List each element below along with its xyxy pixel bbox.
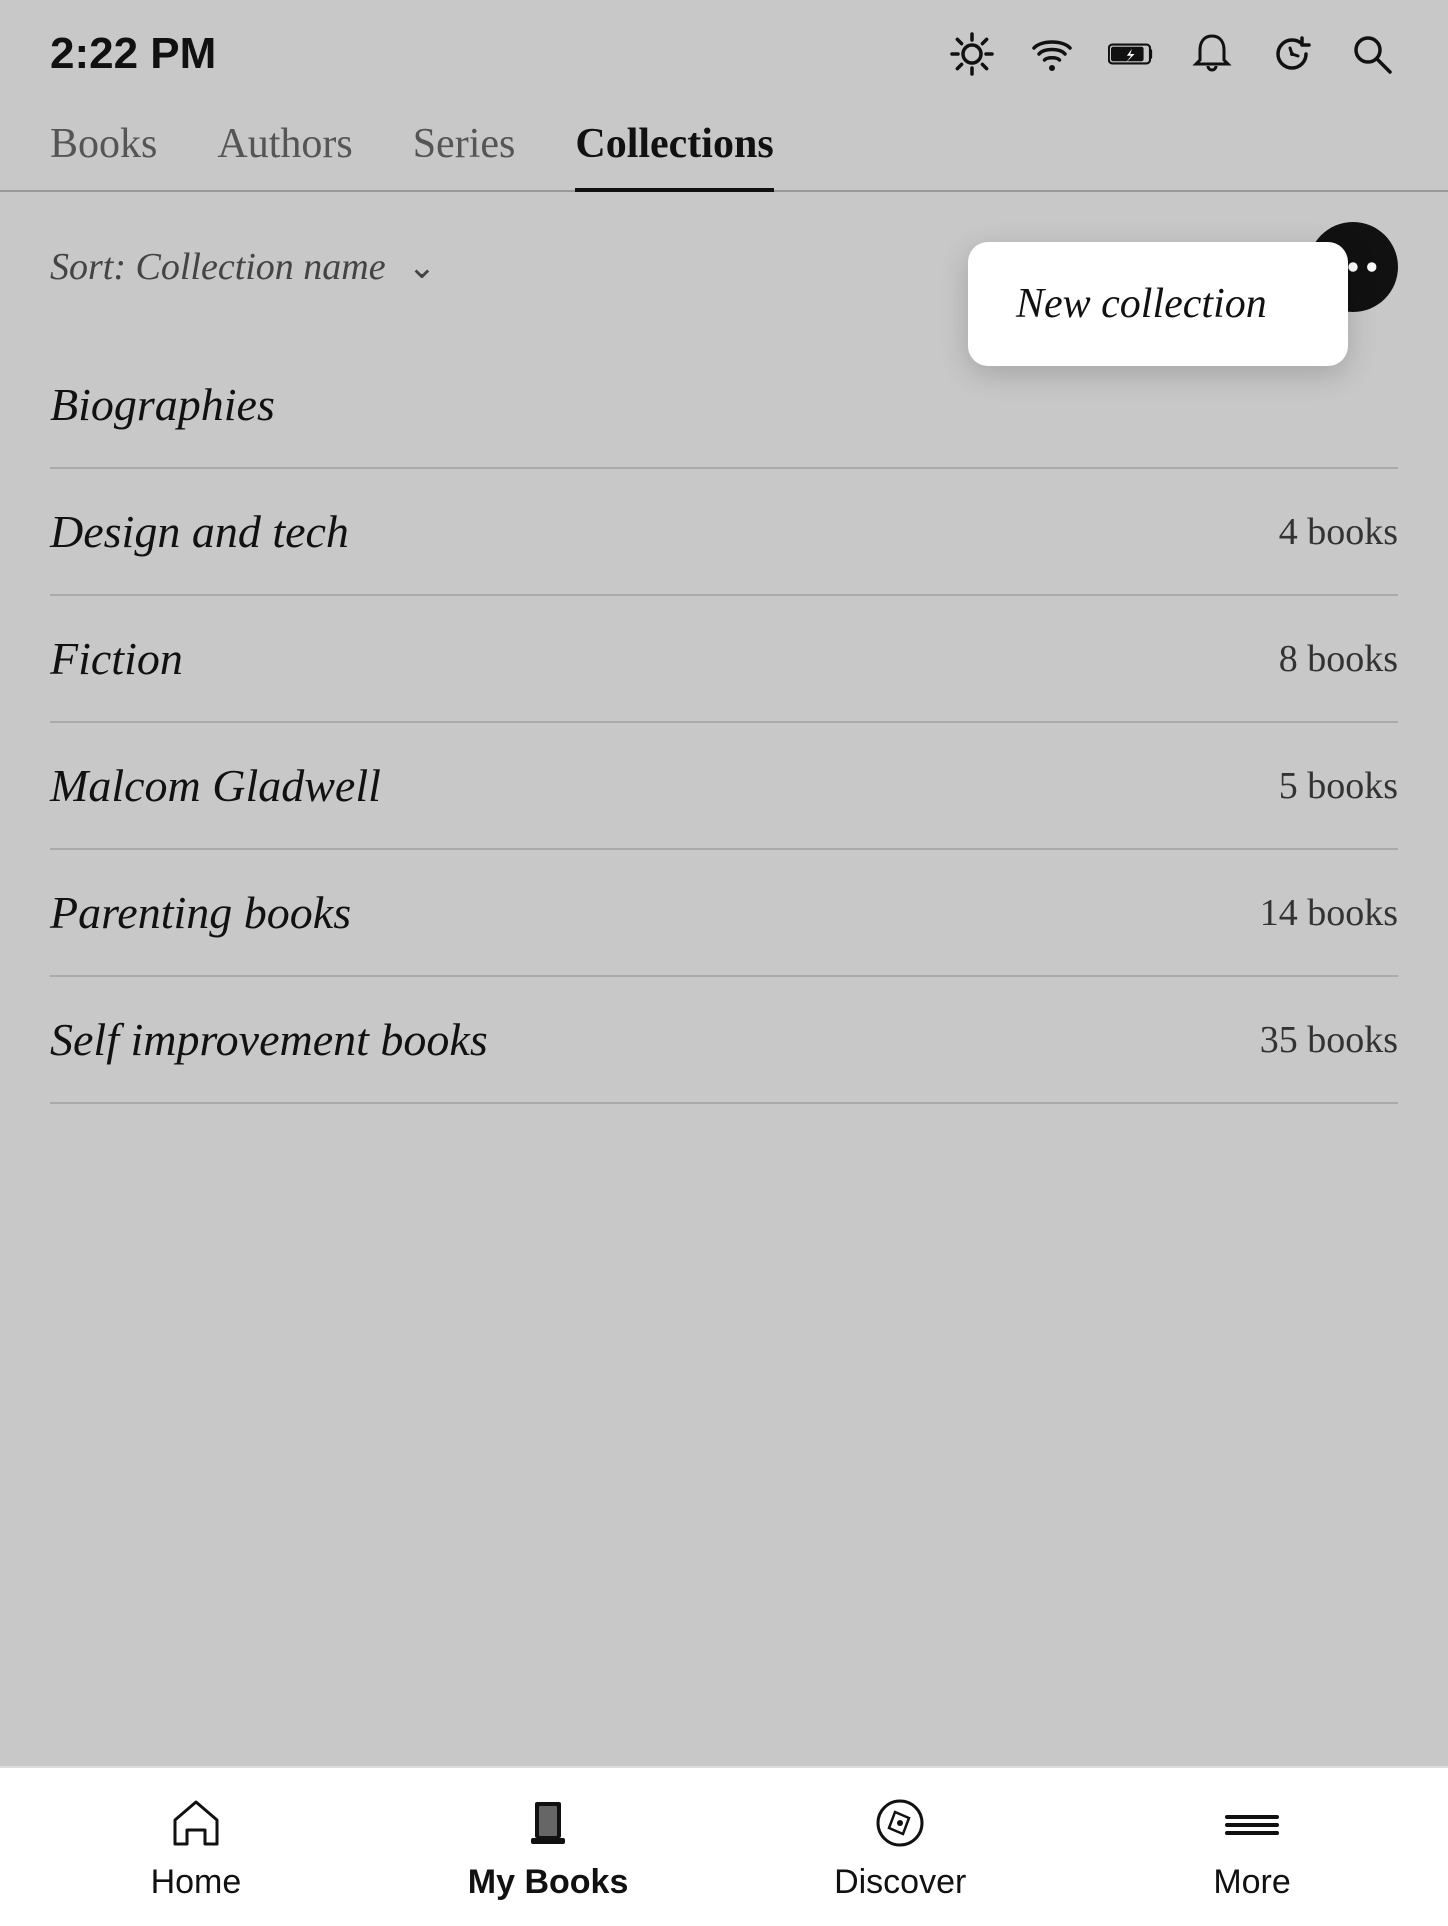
collection-count: 8 books <box>1279 637 1398 681</box>
search-icon[interactable] <box>1346 28 1398 80</box>
nav-home[interactable]: Home <box>116 1793 276 1902</box>
tab-authors[interactable]: Authors <box>217 100 352 192</box>
collections-list: Biographies Design and tech 4 books Fict… <box>0 342 1448 1104</box>
dropdown-menu: New collection <box>968 242 1348 366</box>
collection-name: Parenting books <box>50 886 351 939</box>
collection-item-malcom-gladwell[interactable]: Malcom Gladwell 5 books <box>50 723 1398 850</box>
collection-name: Malcom Gladwell <box>50 759 381 812</box>
collection-item-self-improvement[interactable]: Self improvement books 35 books <box>50 977 1398 1104</box>
brightness-icon <box>946 28 998 80</box>
sort-selector[interactable]: Sort: Collection name ⌄ <box>50 245 436 289</box>
collection-count: 35 books <box>1260 1018 1398 1062</box>
collection-name: Fiction <box>50 632 183 685</box>
chevron-down-icon: ⌄ <box>408 247 437 287</box>
tab-bar: Books Authors Series Collections <box>0 100 1448 192</box>
battery-icon <box>1106 28 1158 80</box>
nav-discover-label: Discover <box>834 1863 966 1902</box>
nav-home-label: Home <box>151 1863 242 1902</box>
sync-icon[interactable] <box>1266 28 1318 80</box>
sort-bar: Sort: Collection name ⌄ New collection <box>0 192 1448 342</box>
more-nav-icon <box>1222 1793 1282 1853</box>
tab-series[interactable]: Series <box>413 100 516 192</box>
collection-count: 14 books <box>1260 891 1398 935</box>
tab-books[interactable]: Books <box>50 100 157 192</box>
status-time: 2:22 PM <box>50 29 216 79</box>
collection-count: 4 books <box>1279 510 1398 554</box>
sort-label: Sort: Collection name <box>50 245 386 289</box>
bottom-nav: Home My Books Discover <box>0 1766 1448 1926</box>
wifi-icon <box>1026 28 1078 80</box>
collection-name: Design and tech <box>50 505 349 558</box>
status-icons <box>946 28 1398 80</box>
discover-icon <box>870 1793 930 1853</box>
collection-item-design-and-tech[interactable]: Design and tech 4 books <box>50 469 1398 596</box>
collection-item-fiction[interactable]: Fiction 8 books <box>50 596 1398 723</box>
nav-more-label: More <box>1213 1863 1290 1902</box>
collection-item-parenting-books[interactable]: Parenting books 14 books <box>50 850 1398 977</box>
notification-icon[interactable] <box>1186 28 1238 80</box>
nav-my-books[interactable]: My Books <box>468 1793 629 1902</box>
nav-my-books-label: My Books <box>468 1863 629 1902</box>
home-icon <box>166 1793 226 1853</box>
collection-count: 5 books <box>1279 764 1398 808</box>
my-books-icon <box>518 1793 578 1853</box>
tab-collections[interactable]: Collections <box>575 100 773 192</box>
collection-name: Biographies <box>50 378 275 431</box>
collection-name: Self improvement books <box>50 1013 488 1066</box>
nav-discover[interactable]: Discover <box>820 1793 980 1902</box>
nav-more[interactable]: More <box>1172 1793 1332 1902</box>
new-collection-button[interactable]: New collection <box>968 242 1348 366</box>
status-bar: 2:22 PM <box>0 0 1448 100</box>
